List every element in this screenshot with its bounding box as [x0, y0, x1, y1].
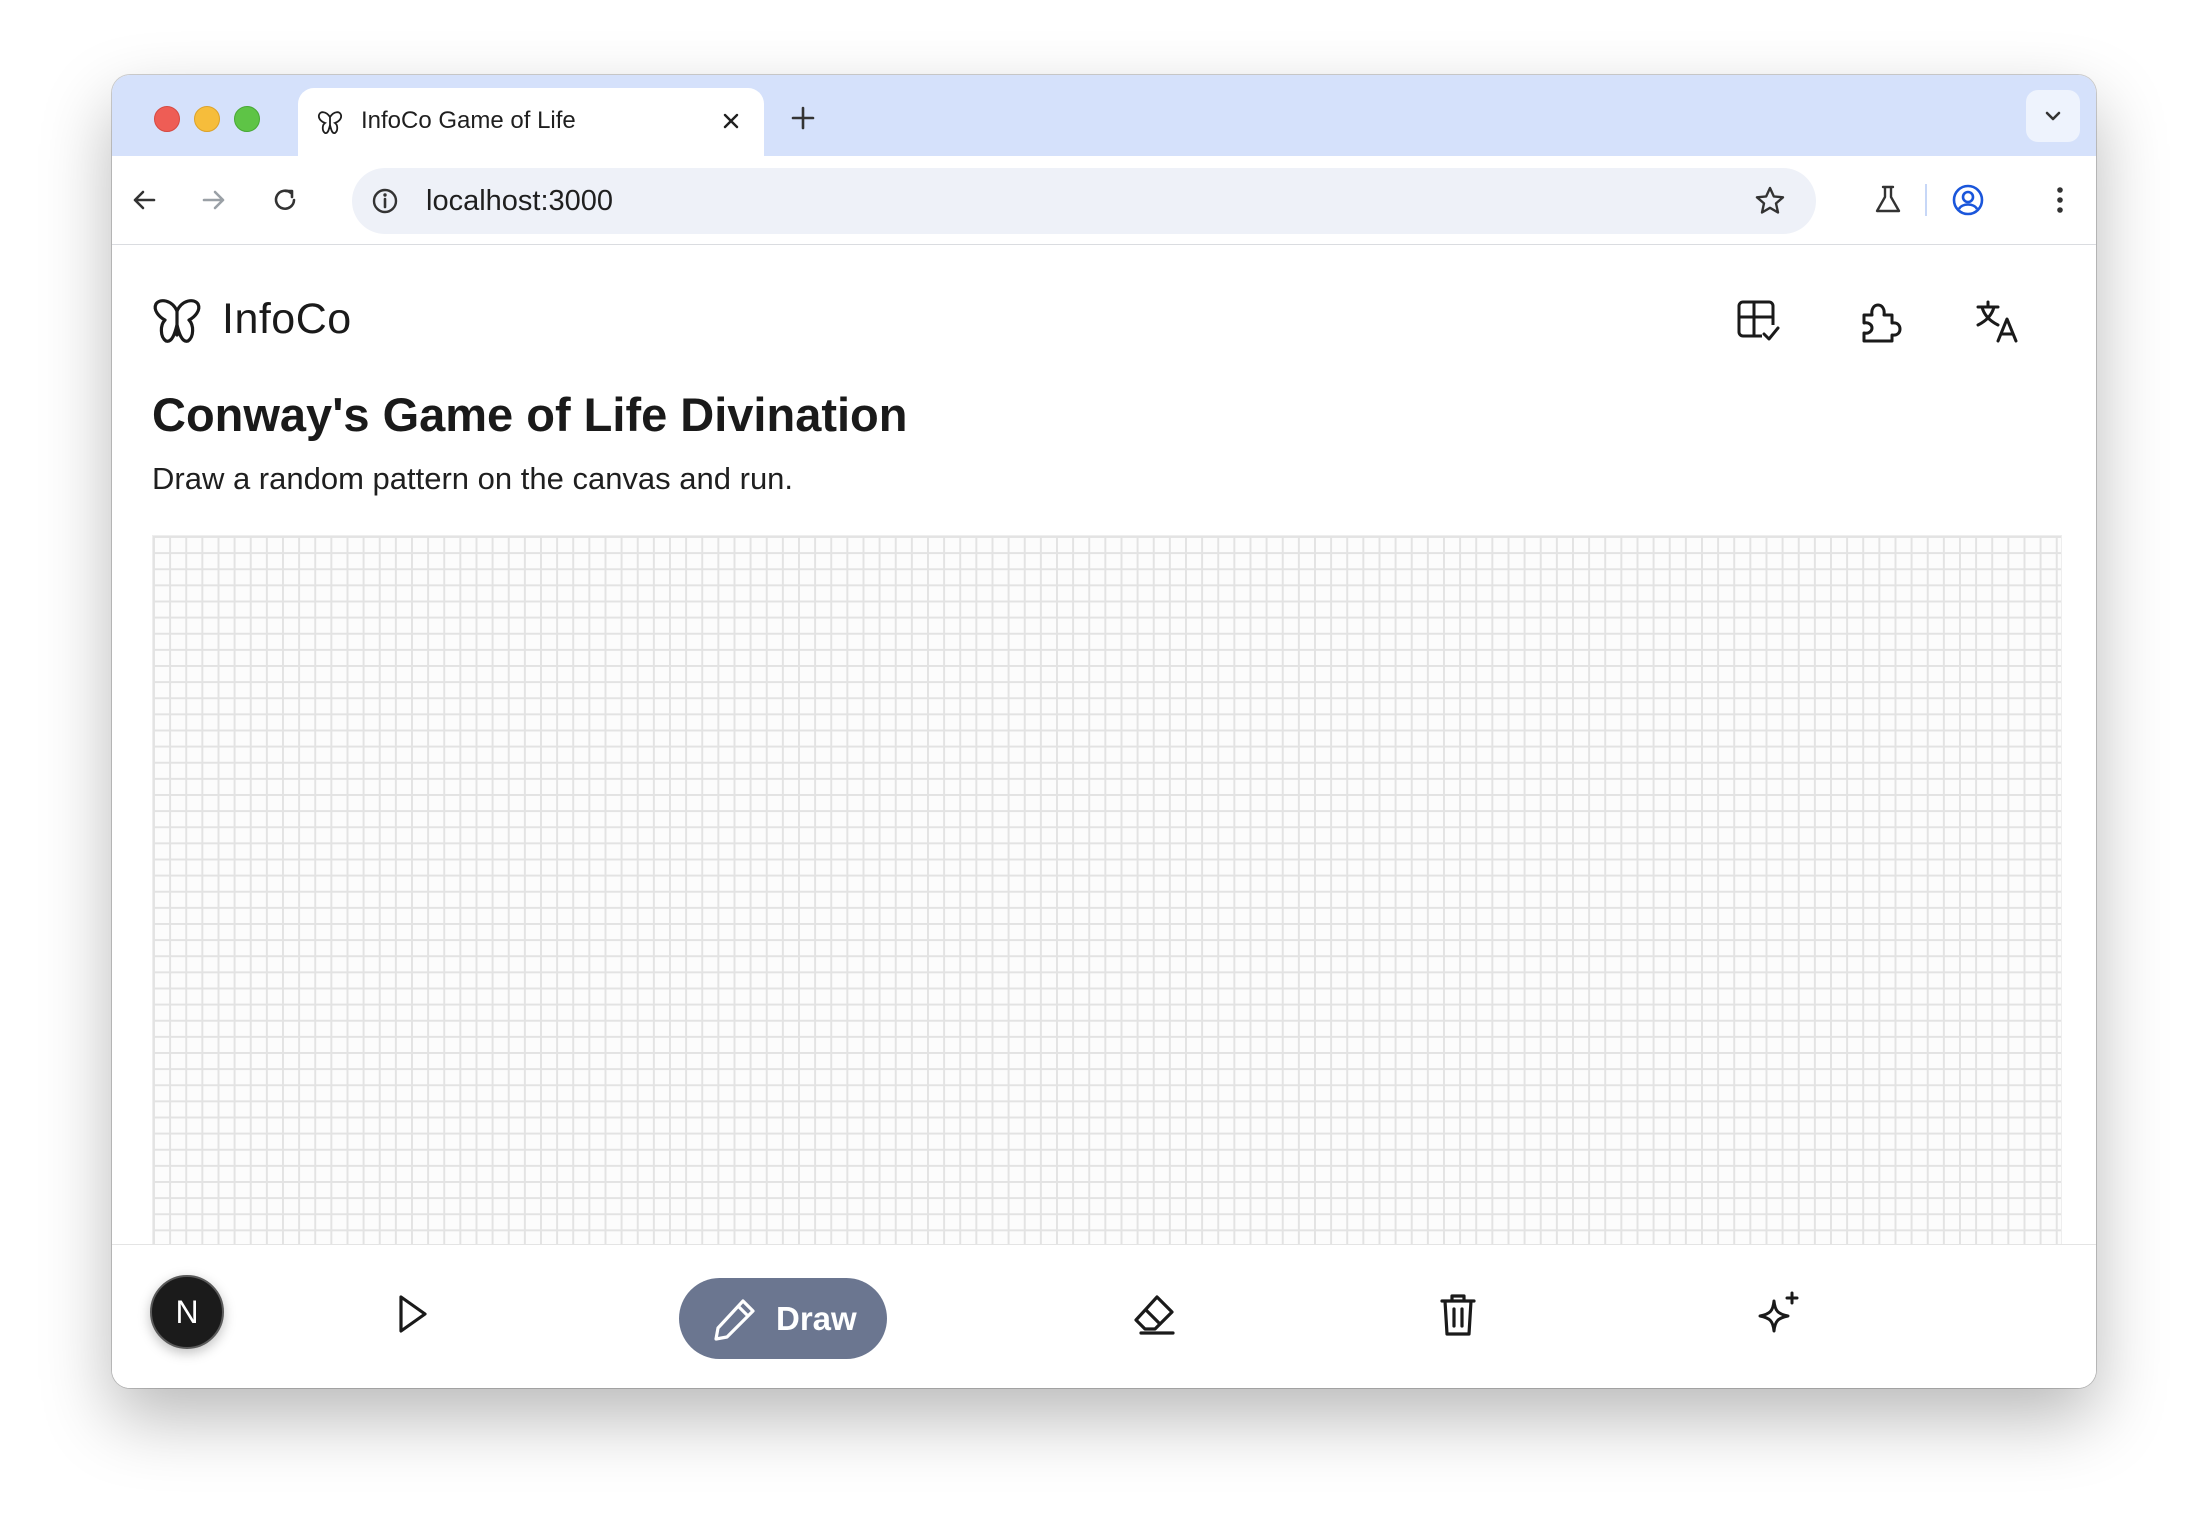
browser-window: InfoCo Game of Life localhost:3000 InfoC…: [112, 75, 2096, 1388]
profile-icon[interactable]: [1950, 182, 1986, 218]
tab-title: InfoCo Game of Life: [361, 107, 576, 134]
sparkles-icon[interactable]: [1754, 1289, 1804, 1339]
browser-tab[interactable]: InfoCo Game of Life: [298, 88, 764, 156]
eraser-icon[interactable]: [1129, 1289, 1179, 1339]
butterfly-icon: [317, 111, 343, 135]
reload-icon[interactable]: [267, 182, 303, 218]
control-bar: N Draw: [112, 1244, 2096, 1388]
bookmark-star-icon[interactable]: [1752, 183, 1788, 219]
draw-button-label: Draw: [776, 1300, 857, 1337]
url-text: localhost:3000: [426, 185, 614, 217]
chevron-down-icon: [2045, 111, 2061, 121]
life-grid-canvas[interactable]: [152, 535, 2062, 1246]
forward-icon[interactable]: [196, 182, 232, 218]
labs-flask-icon[interactable]: [1870, 182, 1906, 218]
tab-search-button[interactable]: [2026, 90, 2080, 142]
site-info-icon[interactable]: [370, 186, 400, 216]
zoom-window-button[interactable]: [234, 106, 260, 132]
page-title: Conway's Game of Life Divination: [152, 388, 908, 441]
dev-tools-badge[interactable]: N: [150, 1275, 224, 1349]
pencil-icon: [714, 1299, 755, 1341]
butterfly-logo-icon: [153, 299, 201, 343]
more-menu-icon[interactable]: [2042, 182, 2078, 218]
close-tab-icon[interactable]: [718, 108, 744, 134]
puzzle-piece-icon[interactable]: [1852, 295, 1904, 347]
play-icon[interactable]: [387, 1289, 437, 1339]
trash-icon[interactable]: [1433, 1289, 1483, 1339]
close-window-button[interactable]: [154, 106, 180, 132]
browser-toolbar: localhost:3000: [112, 156, 2096, 245]
toolbar-separator: [1925, 184, 1927, 216]
address-bar[interactable]: localhost:3000: [352, 168, 1816, 234]
draw-button[interactable]: Draw: [679, 1278, 887, 1359]
brand-name: InfoCo: [222, 295, 352, 343]
page-subtitle: Draw a random pattern on the canvas and …: [152, 461, 794, 496]
new-tab-icon[interactable]: [788, 103, 818, 133]
page-content: InfoCo Conway's Game of Life Divination …: [112, 245, 2096, 1388]
tab-strip: InfoCo Game of Life: [112, 75, 2096, 156]
layout-check-icon[interactable]: [1732, 295, 1784, 347]
back-icon[interactable]: [126, 182, 162, 218]
minimize-window-button[interactable]: [194, 106, 220, 132]
translate-icon[interactable]: [1972, 295, 2024, 347]
